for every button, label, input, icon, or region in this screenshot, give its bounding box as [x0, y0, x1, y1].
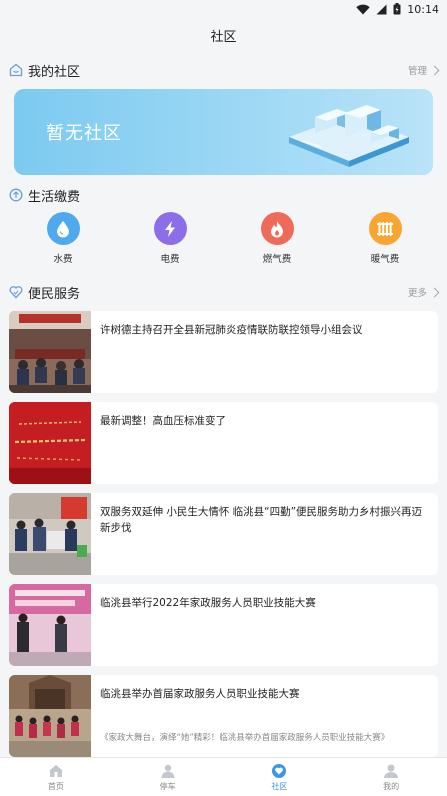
community-icon	[272, 763, 287, 778]
living-payment-title: 生活缴费	[28, 189, 81, 205]
lightning-icon	[153, 212, 187, 245]
news-subtitle: 《家政大舞台，演绎“她”精彩！临洮县举办首届家政服务人员职业技能大赛》	[100, 733, 390, 743]
news-thumbnail	[9, 311, 91, 393]
my-community-header: 我的社区 管理	[0, 59, 447, 81]
news-item[interactable]: 双服务双延伸 小民生大情怀 临洮县“四勤”便民服务助力乡村振兴再迈新步伐	[9, 493, 438, 575]
my-community-title: 我的社区	[28, 64, 81, 80]
news-title: 临洮县举办首届家政服务人员职业技能大赛	[100, 688, 300, 700]
services-header: 便民服务 更多	[0, 281, 447, 303]
status-time: 10:14	[407, 2, 439, 16]
news-thumbnail	[9, 675, 91, 757]
tab-parking-label: 停车	[159, 781, 176, 791]
tab-profile[interactable]: 我的	[335, 758, 447, 796]
tab-parking[interactable]: 停车	[112, 758, 224, 796]
gas-fee-label: 燃气费	[262, 254, 292, 265]
gas-fee-button[interactable]: 燃气费	[247, 212, 307, 265]
manage-label: 管理	[407, 66, 427, 77]
wifi-icon	[356, 4, 370, 14]
news-title: 最新调整！高血压标准变了	[100, 415, 226, 427]
chevron-right-icon	[429, 287, 440, 297]
news-title: 许树德主持召开全县新冠肺炎疫情联防联控领导小组会议	[100, 324, 363, 336]
manage-button[interactable]: 管理	[407, 63, 440, 77]
community-banner[interactable]: 暂无社区	[14, 89, 433, 175]
news-thumbnail	[9, 493, 91, 575]
radiator-icon	[368, 212, 402, 245]
tab-community-label: 社区	[271, 781, 288, 791]
signal-icon	[376, 4, 387, 14]
news-thumbnail	[9, 402, 91, 484]
news-title: 临洮县举行2022年家政服务人员职业技能大赛	[100, 597, 316, 609]
water-drop-icon	[46, 212, 80, 245]
heating-fee-button[interactable]: 暖气费	[355, 212, 415, 265]
buildings-illustration	[289, 105, 409, 167]
parking-icon	[161, 764, 175, 778]
news-item[interactable]: 许树德主持召开全县新冠肺炎疫情联防联控领导小组会议	[9, 311, 438, 393]
battery-icon	[393, 3, 401, 15]
water-fee-label: 水费	[53, 254, 73, 265]
electricity-fee-label: 电费	[160, 254, 180, 265]
house-icon	[9, 63, 23, 77]
payment-row: 水费 电费 燃气费 暖气费	[0, 212, 447, 268]
home-icon	[49, 764, 62, 777]
tab-home[interactable]: 首页	[0, 758, 112, 796]
news-thumbnail	[9, 584, 91, 666]
heating-fee-label: 暖气费	[370, 254, 400, 265]
more-button[interactable]: 更多	[407, 285, 440, 299]
news-title: 双服务双延伸 小民生大情怀 临洮县“四勤”便民服务助力乡村振兴再迈新步伐	[100, 506, 423, 534]
tab-profile-label: 我的	[383, 781, 400, 791]
more-label: 更多	[407, 288, 427, 299]
page-title: 社区	[210, 29, 237, 45]
user-icon	[384, 764, 399, 778]
flame-icon	[260, 212, 294, 245]
water-fee-button[interactable]: 水费	[33, 212, 93, 265]
living-payment-header: 生活缴费	[0, 184, 447, 206]
tab-community[interactable]: 社区	[224, 758, 336, 796]
page-header: 社区	[0, 18, 447, 52]
tab-home-label: 首页	[47, 781, 64, 791]
news-item[interactable]: 临洮县举行2022年家政服务人员职业技能大赛	[9, 584, 438, 666]
status-bar: 10:14	[0, 0, 447, 18]
news-item[interactable]: 最新调整！高血压标准变了	[9, 402, 438, 484]
electricity-fee-button[interactable]: 电费	[140, 212, 200, 265]
banner-text: 暂无社区	[46, 123, 122, 144]
services-title: 便民服务	[28, 286, 81, 302]
payment-icon	[9, 188, 23, 202]
news-item[interactable]: 临洮县举办首届家政服务人员职业技能大赛 《家政大舞台，演绎“她”精彩！临洮县举办…	[9, 675, 438, 757]
bottom-tab-bar: 首页 停车 社区 我的	[0, 757, 447, 796]
chevron-right-icon	[429, 65, 440, 75]
heart-icon	[9, 286, 23, 299]
